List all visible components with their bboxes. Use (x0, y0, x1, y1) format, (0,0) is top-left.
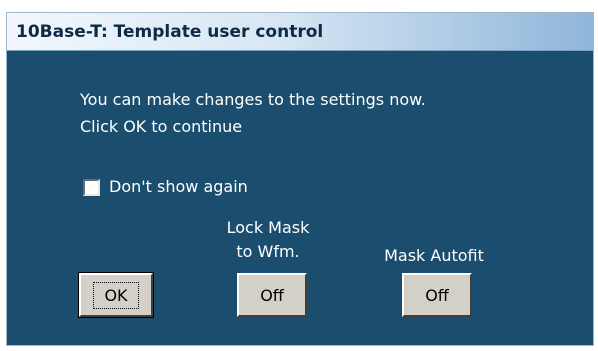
lock-mask-label-line-2: to Wfm. (236, 242, 300, 261)
lock-mask-value: Off (260, 285, 284, 305)
dialog-title: 10Base-T: Template user control (16, 22, 324, 42)
mask-autofit-label: Mask Autofit (384, 246, 484, 265)
dont-show-again-label[interactable]: Don't show again (109, 177, 248, 196)
lock-mask-toggle-button[interactable]: Off (237, 273, 307, 317)
mask-autofit-value: Off (425, 285, 449, 305)
title-bar: 10Base-T: Template user control (7, 13, 593, 51)
message-line-1: You can make changes to the settings now… (80, 90, 426, 109)
template-user-control-dialog: 10Base-T: Template user control You can … (6, 12, 594, 346)
mask-autofit-toggle-button[interactable]: Off (402, 273, 472, 317)
lock-mask-label: Lock Mask to Wfm. (215, 216, 321, 264)
message-line-2: Click OK to continue (80, 117, 243, 136)
ok-button[interactable]: OK (78, 272, 154, 318)
dont-show-again-checkbox[interactable] (83, 179, 100, 196)
ok-button-label: OK (93, 281, 139, 309)
lock-mask-label-line-1: Lock Mask (226, 218, 310, 237)
